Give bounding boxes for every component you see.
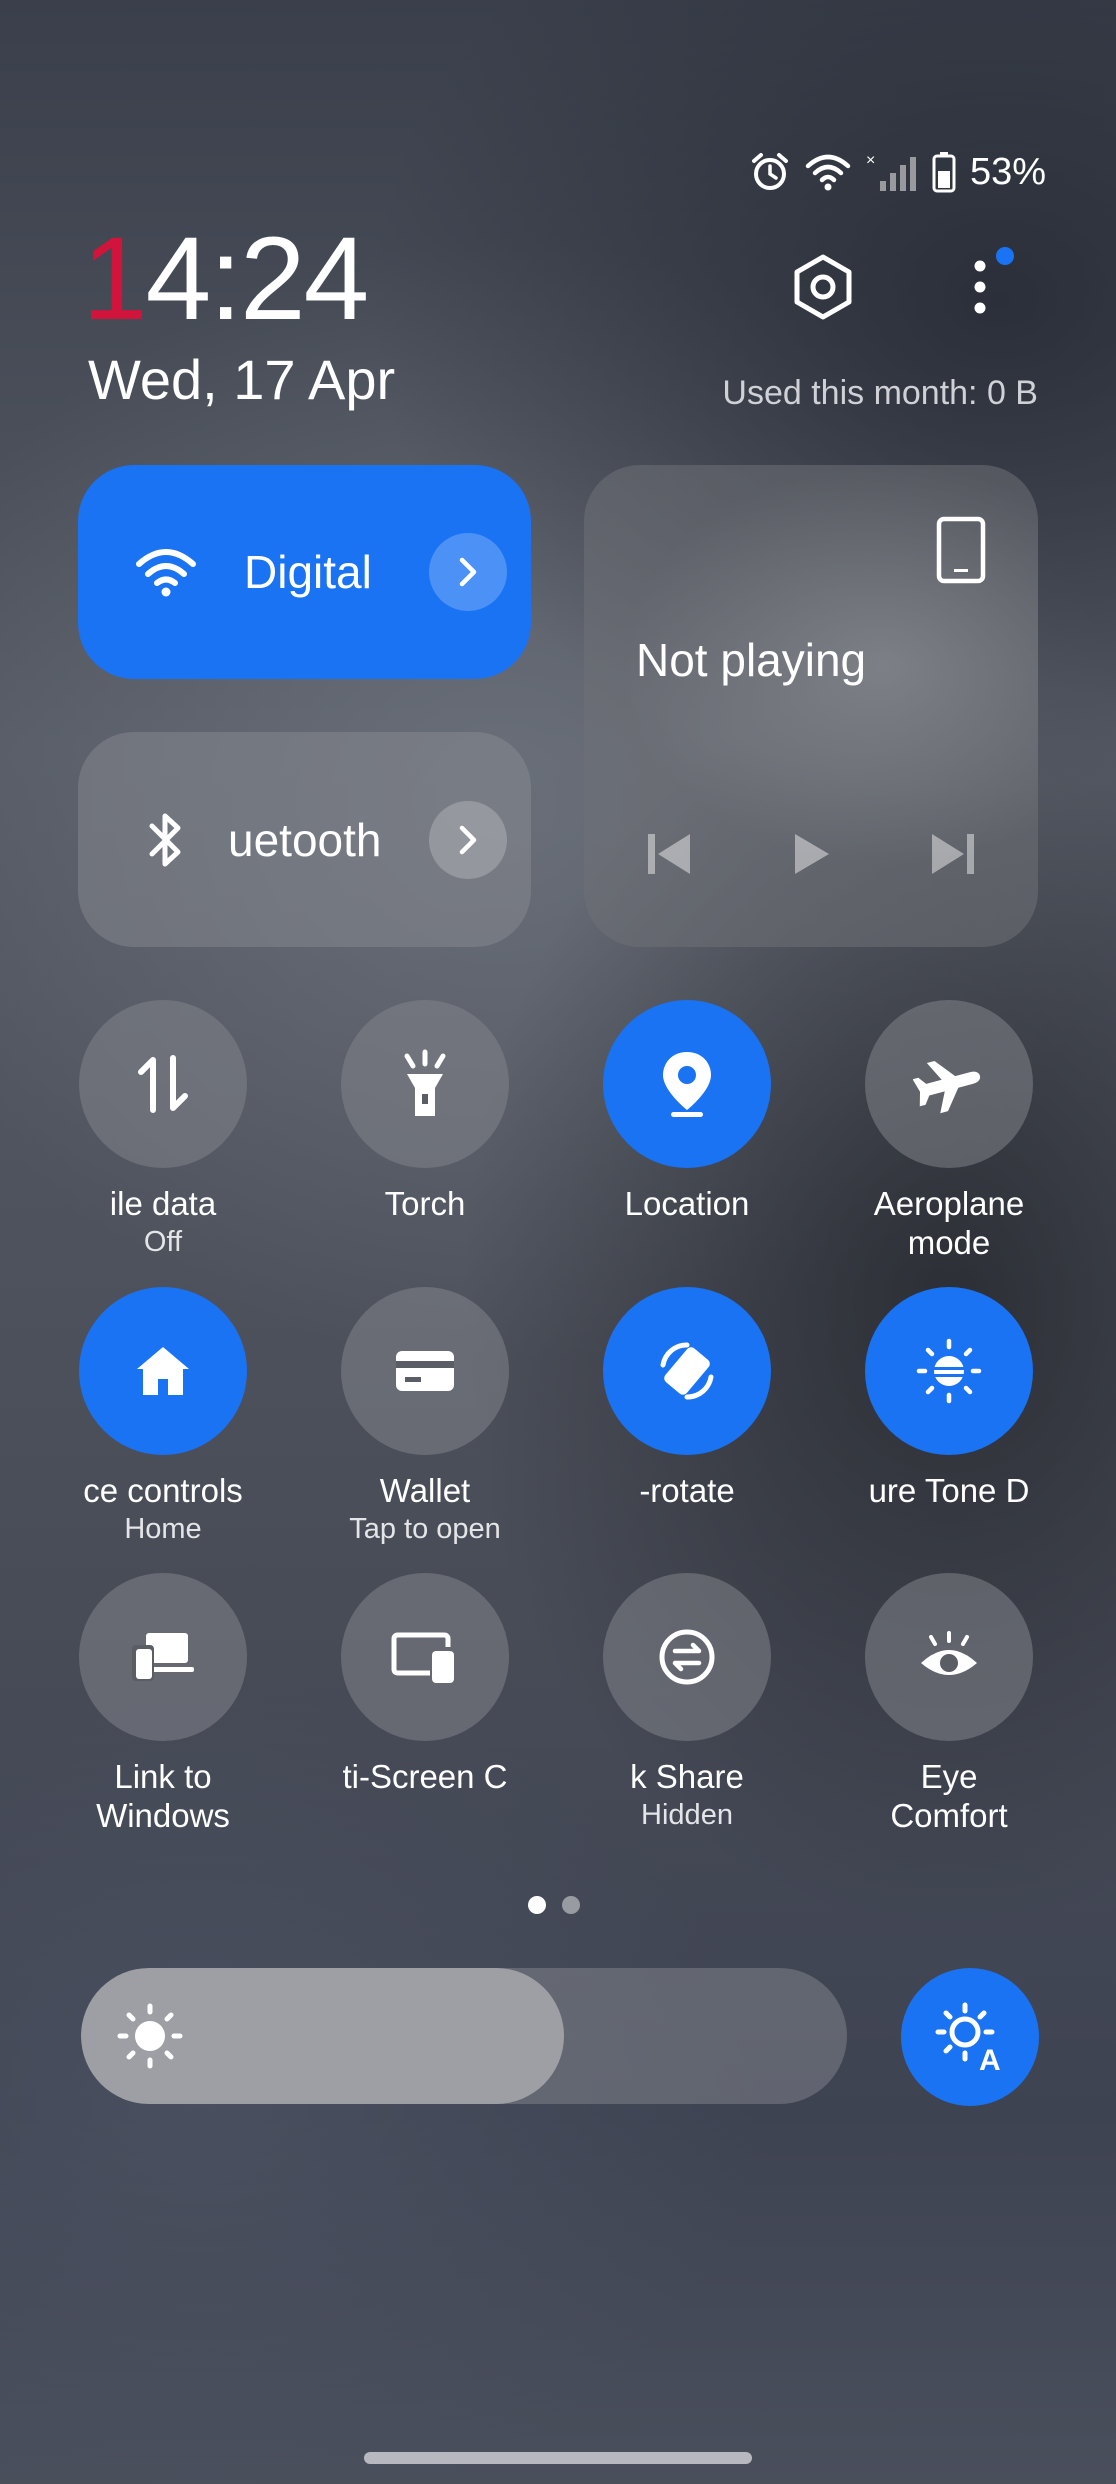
torch-icon: [404, 1049, 446, 1116]
more-options-button[interactable]: [940, 247, 1020, 327]
aeroplane-button[interactable]: [865, 1000, 1033, 1168]
toggle-link-to-windows[interactable]: Link to Windows: [43, 1573, 283, 1835]
quick-share-button[interactable]: [603, 1573, 771, 1741]
auto-brightness-button[interactable]: A: [901, 1968, 1039, 2106]
toggle-label: Eye Comfort: [890, 1758, 1008, 1834]
page-dot-active: [528, 1896, 546, 1914]
home-indicator[interactable]: [364, 2452, 752, 2464]
toggle-device-controls[interactable]: ce controls Home: [43, 1287, 283, 1548]
notification-dot: [996, 247, 1014, 265]
bluetooth-details-button[interactable]: [429, 800, 507, 879]
toggle-eye-comfort[interactable]: Eye Comfort: [829, 1573, 1069, 1835]
tone-icon: [916, 1338, 982, 1404]
page-indicator: [528, 1896, 580, 1914]
no-signal-icon: ×: [866, 152, 916, 191]
battery-icon: [932, 152, 956, 193]
toggle-status: Home: [124, 1513, 202, 1545]
toggle-tone[interactable]: ure Tone D: [829, 1287, 1069, 1510]
clock[interactable]: 14:24: [82, 220, 369, 338]
phone-device-icon[interactable]: [934, 515, 990, 585]
torch-button[interactable]: [341, 1000, 509, 1168]
link-to-windows-icon: [132, 1633, 194, 1681]
toggle-label: Link to Windows: [96, 1758, 230, 1834]
toggle-location[interactable]: Location: [567, 1000, 807, 1223]
bluetooth-tile[interactable]: uetooth: [78, 732, 531, 947]
multi-screen-button[interactable]: [341, 1573, 509, 1741]
toggle-label: k Share: [630, 1758, 744, 1795]
clock-rest: 4:24: [145, 213, 370, 345]
toggle-mobile-data[interactable]: ile data Off: [43, 1000, 283, 1261]
media-title: Not playing: [636, 634, 867, 686]
toggle-label: ti-Screen C: [342, 1758, 508, 1795]
toggle-status: Off: [143, 1226, 183, 1258]
mobile-data-icon: [138, 1055, 188, 1113]
device-controls-button[interactable]: [79, 1287, 247, 1455]
quick-share-icon: [659, 1629, 715, 1685]
bluetooth-icon: [126, 800, 206, 880]
brightness-slider[interactable]: [81, 1968, 847, 2104]
toggle-status: Hidden: [641, 1799, 733, 1831]
toggle-torch[interactable]: Torch: [305, 1000, 545, 1223]
wifi-details-button[interactable]: [429, 533, 507, 611]
toggle-label: ce controls: [83, 1472, 243, 1509]
svg-text:A: A: [979, 2044, 1001, 2074]
toggle-quick-share[interactable]: k Share Hidden: [567, 1573, 807, 1834]
eye-comfort-icon: [921, 1631, 977, 1675]
next-track-icon[interactable]: [928, 830, 978, 878]
media-player[interactable]: Not playing: [584, 465, 1038, 947]
data-usage[interactable]: Used this month: 0 B: [722, 374, 1038, 413]
svg-text:×: ×: [866, 152, 875, 169]
battery-percent: 53%: [969, 150, 1046, 193]
clock-first-digit: 1: [82, 213, 148, 345]
alarm-icon: [751, 153, 788, 190]
tone-button[interactable]: [865, 1287, 1033, 1455]
more-vert-icon: [974, 260, 986, 314]
wifi-tile-icon: [126, 532, 206, 612]
toggle-label: Torch: [384, 1185, 466, 1222]
auto-rotate-button[interactable]: [603, 1287, 771, 1455]
brightness-icon: [117, 2003, 183, 2069]
toggle-label: ile data: [109, 1185, 217, 1222]
toggle-wallet[interactable]: Wallet Tap to open: [305, 1287, 545, 1548]
toggle-auto-rotate[interactable]: -rotate: [567, 1287, 807, 1510]
wallet-icon: [396, 1351, 454, 1391]
chevron-right-icon: [459, 557, 477, 587]
date[interactable]: Wed, 17 Apr: [88, 350, 395, 410]
auto-brightness-icon: A: [935, 2002, 1001, 2074]
toggle-label: ure Tone D: [868, 1472, 1030, 1509]
multi-screen-icon: [391, 1632, 454, 1683]
play-icon[interactable]: [789, 830, 833, 878]
wifi-tile[interactable]: Digital: [78, 465, 531, 679]
link-to-windows-button[interactable]: [79, 1573, 247, 1741]
aeroplane-icon: [913, 1060, 981, 1114]
status-bar: × 53%: [750, 148, 1046, 196]
previous-track-icon[interactable]: [644, 830, 694, 878]
eye-comfort-button[interactable]: [865, 1573, 1033, 1741]
settings-button[interactable]: [783, 247, 863, 327]
toggle-label: Aeroplane mode: [873, 1185, 1025, 1261]
settings-hex-icon: [794, 254, 852, 320]
wallet-button[interactable]: [341, 1287, 509, 1455]
location-button[interactable]: [603, 1000, 771, 1168]
toggle-status: Tap to open: [349, 1513, 501, 1545]
toggle-label: Wallet: [379, 1472, 471, 1509]
home-icon: [137, 1347, 189, 1395]
chevron-right-icon: [459, 825, 477, 854]
toggle-label: -rotate: [639, 1472, 735, 1509]
toggle-aeroplane-mode[interactable]: Aeroplane mode: [829, 1000, 1069, 1262]
auto-rotate-icon: [660, 1342, 714, 1400]
page-dot[interactable]: [562, 1896, 580, 1914]
wifi-icon: [805, 154, 851, 191]
toggle-label: Location: [624, 1185, 750, 1222]
location-icon: [663, 1052, 711, 1117]
mobile-data-button[interactable]: [79, 1000, 247, 1168]
toggle-multi-screen[interactable]: ti-Screen C: [305, 1573, 545, 1796]
